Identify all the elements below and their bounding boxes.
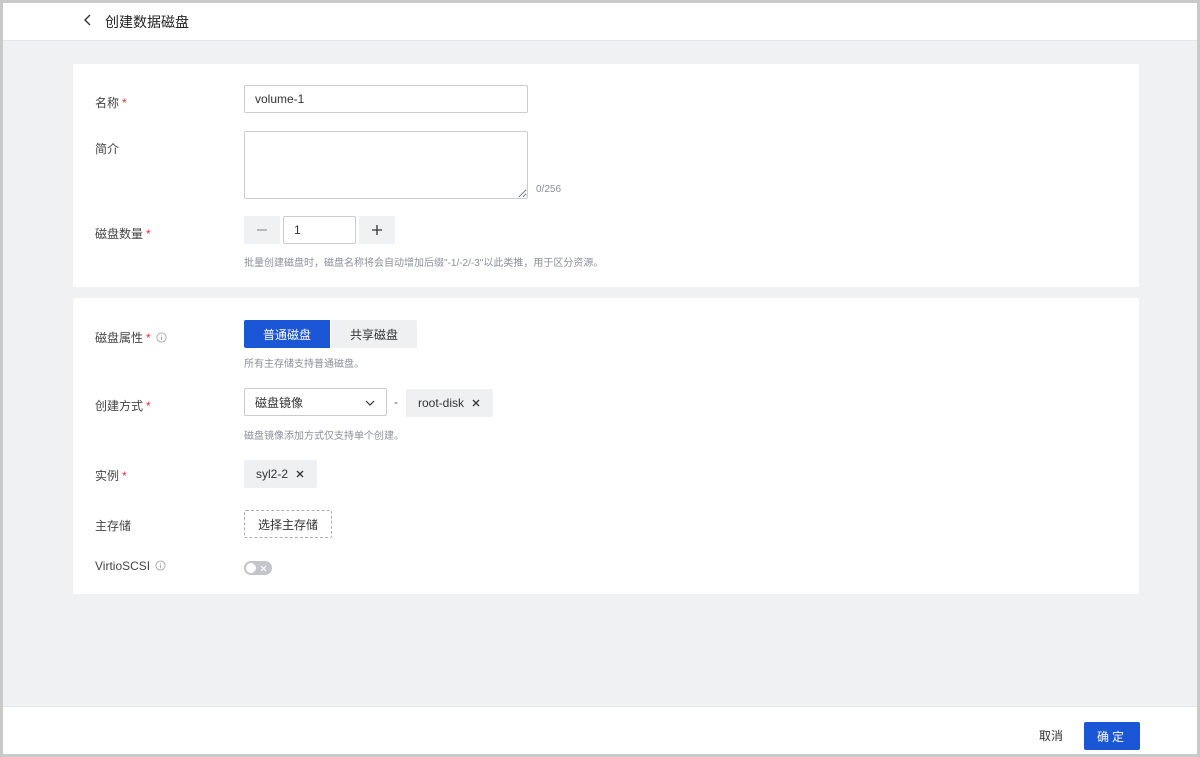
disk-count-input[interactable] [283,216,356,244]
info-icon[interactable] [156,332,167,343]
required-mark: * [122,96,127,110]
required-mark: * [146,399,151,413]
instance-tag-label: syl2-2 [256,467,289,481]
footer-bar: 取消 确定 [3,706,1197,754]
disk-attribute-hint: 所有主存储支持普通磁盘。 [244,359,364,370]
close-icon[interactable] [295,469,305,479]
disk-config-card: 磁盘属性 * 普通磁盘 共享磁盘 所有主存储支持普通磁盘。 创建方式 * 磁盘镜像 … [73,298,1139,594]
select-primary-storage-button[interactable]: 选择主存储 [244,510,333,538]
chevron-down-icon [365,400,375,406]
disk-attribute-label: 磁盘属性 * [95,329,167,346]
instance-tag: syl2-2 [244,460,318,488]
name-label-text: 名称 [95,96,120,110]
cancel-button[interactable]: 取消 [1029,720,1073,750]
instance-label-text: 实例 [95,469,120,483]
separator-dash: - [394,395,398,409]
back-arrow-icon[interactable] [81,13,95,27]
decrement-button[interactable] [244,216,280,244]
virtio-scsi-label-text: VirtioSCSI [95,559,151,573]
instance-label: 实例 * [95,467,127,484]
toggle-off-icon [260,565,267,572]
toggle-knob [246,563,256,573]
confirm-button[interactable]: 确定 [1084,722,1140,750]
disk-count-label: 磁盘数量 * [95,225,151,242]
description-label: 简介 [95,142,120,156]
top-bar: 创建数据磁盘 [3,3,1197,41]
increment-button[interactable] [359,216,395,244]
virtio-scsi-toggle[interactable] [244,561,272,575]
info-icon[interactable] [155,560,166,571]
virtio-scsi-label: VirtioSCSI [95,559,166,573]
create-method-label-text: 创建方式 [95,399,144,413]
shared-disk-option[interactable]: 共享磁盘 [331,320,417,348]
normal-disk-option[interactable]: 普通磁盘 [244,320,330,348]
description-textarea[interactable] [244,131,528,199]
page-title: 创建数据磁盘 [105,14,189,30]
create-method-select[interactable]: 磁盘镜像 [244,388,387,416]
name-input[interactable] [244,85,528,113]
create-method-label: 创建方式 * [95,397,151,414]
name-label: 名称 * [95,94,127,111]
required-mark: * [146,331,151,345]
create-method-hint: 磁盘镜像添加方式仅支持单个创建。 [244,431,404,442]
basic-info-card: 名称* 简介 0/256 磁盘数量* 批量创建磁盘时，磁盘名称将会自动增加后缀"… [73,64,1139,287]
required-mark: * [146,227,151,241]
close-icon[interactable] [471,398,481,408]
primary-storage-label: 主存储 [95,519,132,533]
disk-attribute-label-text: 磁盘属性 [95,331,144,345]
create-method-value: 磁盘镜像 [255,395,304,410]
plus-icon [372,225,382,235]
disk-count-label-text: 磁盘数量 [95,227,144,241]
image-tag: root-disk [406,389,494,417]
minus-icon [257,229,267,231]
description-counter: 0/256 [536,184,562,195]
disk-count-hint: 批量创建磁盘时，磁盘名称将会自动增加后缀"-1/-2/-3"以此类推，用于区分资… [244,258,604,269]
required-mark: * [122,469,127,483]
image-tag-label: root-disk [418,396,465,410]
app-frame: 创建数据磁盘 名称* 简介 0/256 磁盘数量* 批量创建磁盘时，磁盘名称将会… [3,3,1197,754]
